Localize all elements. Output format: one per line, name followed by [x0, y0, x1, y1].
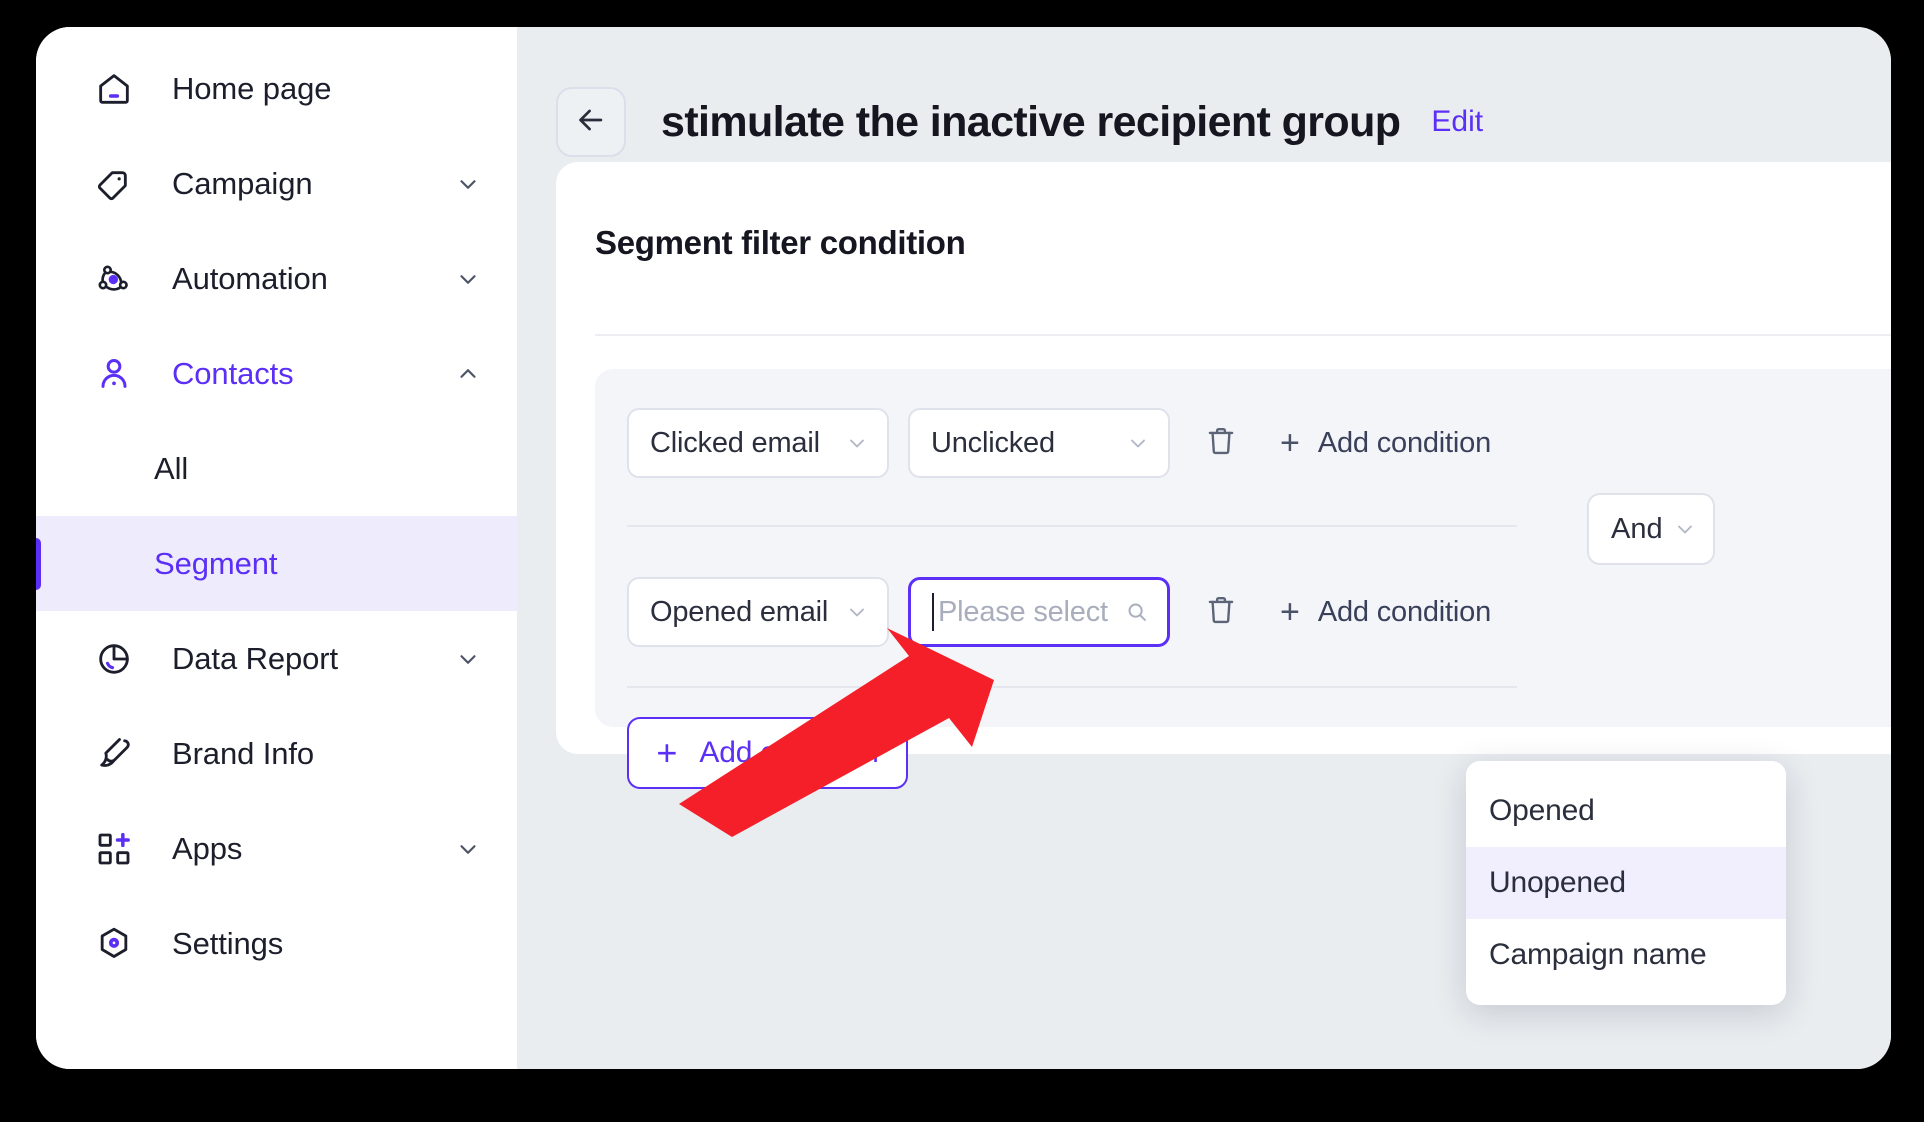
dropdown-option-unopened[interactable]: Unopened: [1466, 847, 1786, 919]
brush-icon: [94, 734, 134, 774]
dropdown-option-campaign-name[interactable]: Campaign name: [1466, 919, 1786, 991]
plus-icon: +: [1280, 424, 1300, 462]
segment-filter-card: Segment filter condition Clicked email U…: [556, 162, 1891, 789]
sidebar-item-label: Brand Info: [172, 735, 315, 771]
sidebar-item-label: Settings: [172, 925, 284, 961]
hexagon-gear-icon: [94, 924, 134, 964]
logic-operator-value: And: [1611, 512, 1663, 545]
main-content: stimulate the inactive recipient group E…: [517, 27, 1891, 1069]
delete-condition-button-1[interactable]: [1202, 422, 1240, 464]
arrow-left-icon: [574, 103, 608, 142]
dropdown-option-opened[interactable]: Opened: [1466, 775, 1786, 847]
sidebar-item-label: Apps: [172, 830, 243, 866]
trash-icon: [1203, 422, 1239, 465]
text-caret: [932, 593, 934, 631]
condition-row-2: Opened email Please select + Add conditi…: [627, 577, 1491, 647]
sidebar-subitem-label: All: [154, 450, 189, 486]
chevron-down-icon[interactable]: [455, 266, 481, 292]
sidebar-subitem-all[interactable]: All: [36, 421, 517, 516]
pie-chart-icon: [94, 639, 134, 679]
chevron-down-icon: [1673, 517, 1697, 541]
chevron-down-icon: [845, 600, 869, 624]
sidebar-item-brand-info[interactable]: Brand Info: [36, 706, 517, 801]
chevron-down-icon[interactable]: [455, 836, 481, 862]
edit-link[interactable]: Edit: [1431, 105, 1483, 139]
dropdown-option-label: Campaign name: [1489, 938, 1707, 971]
condition-divider-1: [627, 525, 1517, 527]
trash-icon: [1203, 591, 1239, 634]
plus-icon: +: [656, 732, 678, 773]
add-condition-inline-1[interactable]: + Add condition: [1280, 426, 1491, 460]
sidebar-item-home-page[interactable]: Home page: [36, 41, 517, 136]
condition-value-select-2[interactable]: Please select: [908, 577, 1170, 647]
condition-field-value-1: Clicked email: [650, 426, 820, 459]
sidebar-item-automation[interactable]: Automation: [36, 231, 517, 326]
value-options-dropdown: Opened Unopened Campaign name: [1466, 761, 1786, 1005]
sidebar-item-data-report[interactable]: Data Report: [36, 611, 517, 706]
condition-field-select-1[interactable]: Clicked email: [627, 408, 889, 478]
page-title: stimulate the inactive recipient group: [661, 97, 1401, 146]
add-condition-button-label: Add condition: [699, 736, 879, 769]
search-icon: [1125, 600, 1149, 624]
condition-value-select-1[interactable]: Unclicked: [908, 408, 1170, 478]
add-condition-button[interactable]: + Add condition: [627, 717, 908, 789]
sidebar-item-label: Contacts: [172, 355, 294, 391]
card-title: Segment filter condition: [595, 224, 966, 261]
sidebar-item-label: Campaign: [172, 165, 313, 201]
app-window: Home page Campaign Automation Contacts A…: [36, 27, 1891, 1069]
add-condition-inline-2[interactable]: + Add condition: [1280, 595, 1491, 629]
condition-field-value-2: Opened email: [650, 595, 829, 628]
logic-operator-select[interactable]: And: [1587, 493, 1715, 565]
sidebar-item-label: Home page: [172, 70, 332, 106]
filter-group: Clicked email Unclicked + Add condition …: [595, 369, 1891, 789]
automation-icon: [94, 259, 134, 299]
condition-value-1: Unclicked: [931, 426, 1055, 459]
sidebar: Home page Campaign Automation Contacts A…: [36, 27, 517, 1069]
sidebar-subitem-label: Segment: [154, 545, 278, 581]
plus-icon: +: [1280, 593, 1300, 631]
sidebar-item-apps[interactable]: Apps: [36, 801, 517, 896]
chevron-down-icon[interactable]: [455, 646, 481, 672]
chevron-down-icon[interactable]: [455, 171, 481, 197]
condition-field-select-2[interactable]: Opened email: [627, 577, 889, 647]
sidebar-item-campaign[interactable]: Campaign: [36, 136, 517, 231]
chevron-down-icon: [845, 431, 869, 455]
sidebar-item-settings[interactable]: Settings: [36, 896, 517, 991]
back-button[interactable]: [556, 87, 626, 157]
dropdown-option-label: Unopened: [1489, 866, 1626, 899]
dropdown-option-label: Opened: [1489, 794, 1595, 827]
page-header: stimulate the inactive recipient group E…: [517, 27, 1891, 160]
home-icon: [94, 69, 134, 109]
sidebar-subitem-segment[interactable]: Segment: [36, 516, 517, 611]
sidebar-item-label: Data Report: [172, 640, 339, 676]
add-condition-inline-label-2: Add condition: [1317, 595, 1492, 628]
apps-add-icon: [94, 829, 134, 869]
condition-divider-2: [627, 686, 1517, 688]
chevron-down-icon: [1126, 431, 1150, 455]
condition-value-placeholder-2: Please select: [938, 595, 1108, 628]
card-divider: [595, 334, 1891, 336]
user-icon: [94, 354, 134, 394]
tag-icon: [94, 164, 134, 204]
condition-row-1: Clicked email Unclicked + Add condition: [627, 408, 1491, 478]
delete-condition-button-2[interactable]: [1202, 591, 1240, 633]
sidebar-item-label: Automation: [172, 260, 328, 296]
add-condition-inline-label-1: Add condition: [1317, 426, 1492, 459]
sidebar-item-contacts[interactable]: Contacts: [36, 326, 517, 421]
chevron-up-icon[interactable]: [455, 361, 481, 387]
